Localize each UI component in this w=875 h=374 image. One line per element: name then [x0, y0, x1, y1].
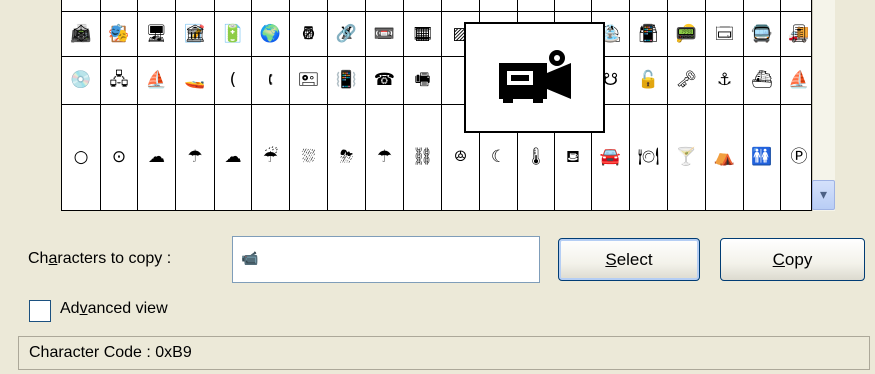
- character-cell-partial[interactable]: [366, 0, 404, 12]
- advanced-view-checkbox[interactable]: [29, 300, 51, 322]
- character-cell[interactable]: 💿: [62, 57, 101, 105]
- character-cell[interactable]: 📱: [630, 12, 668, 57]
- character-cell[interactable]: ⛆: [290, 105, 328, 211]
- scroll-down-button[interactable]: ▾: [812, 180, 835, 210]
- character-cell[interactable]: ⛓: [404, 105, 442, 211]
- select-button[interactable]: Select: [558, 238, 700, 281]
- characters-to-copy-value: 📹: [241, 251, 259, 267]
- character-cell-partial[interactable]: [592, 0, 630, 12]
- character-cell[interactable]: 🚻: [744, 105, 781, 211]
- character-cell[interactable]: 🎞: [404, 12, 442, 57]
- character-cell-partial[interactable]: [176, 0, 215, 12]
- character-cell[interactable]: ♫: [138, 12, 176, 57]
- character-cell[interactable]: ▭: [706, 12, 744, 57]
- character-cell[interactable]: 🕸: [62, 12, 101, 57]
- character-cell[interactable]: ☁: [138, 105, 176, 211]
- character-cell-partial[interactable]: [328, 0, 366, 12]
- character-cell-partial[interactable]: [518, 0, 555, 12]
- character-grid[interactable]: 📠 📋 🖥 📝 📄 🗎 🖩 ♜ ⏏ ▦ ▨ ⛱ 🗃 🔑 🗔 🚍 🚚 🕸 🎭 ♫ 🏛 🔋 🌍 ⊘ 🔗 📼 🎞 ⛲ 📱 📟 ▭ 🖵 🎚 💿 🖧 ⛵ 🚤(🕻 🖭…: [61, 0, 818, 211]
- character-cell[interactable]: ⊙: [101, 105, 138, 211]
- character-cell-partial[interactable]: [290, 0, 328, 12]
- character-cell[interactable]: (: [215, 57, 252, 105]
- character-cell-partial[interactable]: [442, 0, 480, 12]
- character-cell[interactable]: 🕻: [252, 57, 290, 105]
- character-cell[interactable]: ☂: [366, 105, 404, 211]
- character-cell[interactable]: 🖧: [101, 57, 138, 105]
- advanced-view-label[interactable]: Advanced view: [60, 300, 168, 318]
- character-cell[interactable]: 🔗: [328, 12, 366, 57]
- character-cell-partial[interactable]: [101, 0, 138, 12]
- character-cell[interactable]: 🔋: [215, 12, 252, 57]
- character-cell-partial[interactable]: [630, 0, 668, 12]
- video-camera-icon: [498, 49, 571, 103]
- character-cell[interactable]: 🍽: [630, 105, 668, 211]
- character-cell[interactable]: 📼: [366, 12, 404, 57]
- character-cell-partial[interactable]: [744, 0, 781, 12]
- characters-to-copy-label: Characters to copy :: [28, 250, 172, 267]
- status-bar: Character Code : 0xB9: [18, 336, 870, 370]
- chevron-down-icon: ▾: [819, 187, 828, 203]
- character-cell[interactable]: ⛺: [706, 105, 744, 211]
- character-cell[interactable]: ⛵: [138, 57, 176, 105]
- copy-button[interactable]: Copy: [720, 238, 865, 281]
- character-cell[interactable]: 🏛: [176, 12, 215, 57]
- character-cell-partial[interactable]: [404, 0, 442, 12]
- character-cell[interactable]: 📟: [668, 12, 706, 57]
- character-cell[interactable]: 🖭: [290, 57, 328, 105]
- character-cell[interactable]: 📳: [328, 57, 366, 105]
- character-cell-partial[interactable]: [480, 0, 518, 12]
- character-cell[interactable]: ⛈: [328, 105, 366, 211]
- character-cell[interactable]: 🖷: [404, 57, 442, 105]
- character-cell[interactable]: ⛴: [744, 57, 781, 105]
- character-cell[interactable]: ⚓: [706, 57, 744, 105]
- character-cell[interactable]: 🗝: [668, 57, 706, 105]
- character-cell[interactable]: ☂: [176, 105, 215, 211]
- character-cell-partial[interactable]: [555, 0, 592, 12]
- character-cell[interactable]: ☔: [252, 105, 290, 211]
- character-cell[interactable]: 🖵: [744, 12, 781, 57]
- character-cell[interactable]: ⊘: [290, 12, 328, 57]
- character-magnifier: [464, 22, 605, 133]
- character-cell-partial[interactable]: [62, 0, 101, 12]
- character-cell[interactable]: 🍸: [668, 105, 706, 211]
- character-grid-cells: 📠 📋 🖥 📝 📄 🗎 🖩 ♜ ⏏ ▦ ▨ ⛱ 🗃 🔑 🗔 🚍 🚚 🕸 🎭 ♫ 🏛 🔋 🌍 ⊘ 🔗 📼 🎞 ⛲ 📱 📟 ▭ 🖵 🎚 💿 🖧 ⛵ 🚤(🕻 🖭…: [62, 0, 818, 211]
- character-code-status: Character Code : 0xB9: [29, 344, 192, 361]
- character-cell[interactable]: ○: [62, 105, 101, 211]
- character-cell-partial[interactable]: [215, 0, 252, 12]
- character-cell-partial[interactable]: [706, 0, 744, 12]
- character-cell-partial[interactable]: [252, 0, 290, 12]
- character-cell[interactable]: ☁: [215, 105, 252, 211]
- character-cell-partial[interactable]: [668, 0, 706, 12]
- character-cell[interactable]: 🚤: [176, 57, 215, 105]
- character-cell-partial[interactable]: [138, 0, 176, 12]
- characters-to-copy-input[interactable]: 📹: [232, 236, 540, 283]
- character-cell[interactable]: 🔓: [630, 57, 668, 105]
- character-cell[interactable]: 🌍: [252, 12, 290, 57]
- character-cell[interactable]: ☎: [366, 57, 404, 105]
- character-cell[interactable]: 🎭: [101, 12, 138, 57]
